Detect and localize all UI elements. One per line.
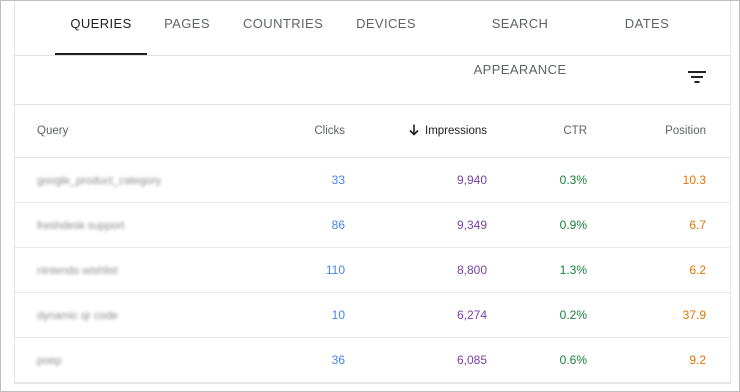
table-row[interactable]: freshdesk support 86 9,349 0.9% 6.7: [15, 203, 730, 248]
position-cell: 37.9: [682, 308, 706, 322]
dimension-tabs: QUERIES PAGES COUNTRIES DEVICES SEARCH A…: [15, 1, 730, 77]
ctr-cell: 0.9%: [559, 218, 587, 232]
column-header-position[interactable]: Position: [615, 105, 706, 157]
ctr-cell: 0.3%: [559, 173, 587, 187]
tab-queries-label: QUERIES: [70, 16, 132, 31]
tab-search-appearance[interactable]: SEARCH APPEARANCE: [447, 1, 593, 77]
column-header-clicks-label: Clicks: [314, 125, 345, 137]
query-text: google_product_category: [37, 175, 162, 187]
query-cell: nintendo wishlist: [37, 248, 237, 292]
active-tab-indicator: [55, 53, 147, 55]
clicks-cell: 86: [331, 218, 345, 232]
clicks-cell: 110: [325, 263, 345, 277]
tab-countries[interactable]: COUNTRIES: [243, 1, 323, 55]
column-header-impressions[interactable]: Impressions: [385, 105, 487, 157]
table-row[interactable]: poep 36 6,085 0.6% 9.2: [15, 338, 730, 383]
impressions-cell: 6,085: [456, 353, 487, 367]
position-cell: 10.3: [682, 173, 706, 187]
column-header-position-label: Position: [665, 125, 706, 137]
position-cell: 6.2: [689, 263, 706, 277]
column-header-query[interactable]: Query: [37, 105, 157, 157]
ctr-cell: 0.2%: [559, 308, 587, 322]
clicks-cell: 33: [331, 173, 345, 187]
query-cell: poep: [37, 338, 237, 382]
query-cell: google_product_category: [37, 158, 237, 202]
tab-pages-label: PAGES: [164, 16, 210, 31]
tab-queries[interactable]: QUERIES: [55, 1, 147, 55]
tab-devices[interactable]: DEVICES: [353, 1, 419, 55]
query-cell: freshdesk support: [37, 203, 237, 247]
table-toolbar: [15, 56, 730, 105]
tab-dates-label: DATES: [624, 16, 670, 31]
filter-rows-button[interactable]: [686, 68, 708, 86]
table-row[interactable]: google_product_category 33 9,940 0.3% 10…: [15, 158, 730, 203]
column-header-impressions-label: Impressions: [425, 125, 487, 137]
tab-dates[interactable]: DATES: [623, 1, 671, 55]
ctr-cell: 1.3%: [559, 263, 587, 277]
query-text: poep: [37, 355, 62, 367]
ctr-cell: 0.6%: [559, 353, 587, 367]
query-text: freshdesk support: [37, 220, 125, 232]
position-cell: 9.2: [689, 353, 706, 367]
column-header-query-label: Query: [37, 125, 69, 137]
query-text: nintendo wishlist: [37, 265, 118, 277]
tab-countries-label: COUNTRIES: [243, 16, 324, 31]
table-row[interactable]: dynamic qr code 10 6,274 0.2% 37.9: [15, 293, 730, 338]
column-header-ctr[interactable]: CTR: [515, 105, 587, 157]
performance-table-card: QUERIES PAGES COUNTRIES DEVICES SEARCH A…: [14, 1, 731, 384]
tab-devices-label: DEVICES: [356, 16, 416, 31]
impressions-cell: 9,349: [456, 218, 487, 232]
table-header: Query Clicks Impressions CTR Position: [15, 105, 730, 158]
position-cell: 6.7: [689, 218, 706, 232]
query-cell: dynamic qr code: [37, 293, 237, 337]
query-text: dynamic qr code: [37, 310, 118, 322]
report-frame: QUERIES PAGES COUNTRIES DEVICES SEARCH A…: [0, 0, 740, 392]
column-header-clicks[interactable]: Clicks: [265, 105, 345, 157]
clicks-cell: 36: [331, 353, 345, 367]
impressions-cell: 6,274: [456, 308, 487, 322]
column-header-ctr-label: CTR: [563, 125, 587, 137]
filter-icon: [688, 71, 706, 83]
clicks-cell: 10: [331, 308, 345, 322]
sort-descending-arrow-icon: [409, 124, 419, 136]
impressions-cell: 9,940: [456, 173, 487, 187]
tab-pages[interactable]: PAGES: [161, 1, 213, 55]
impressions-cell: 8,800: [456, 263, 487, 277]
table-row[interactable]: nintendo wishlist 110 8,800 1.3% 6.2: [15, 248, 730, 293]
